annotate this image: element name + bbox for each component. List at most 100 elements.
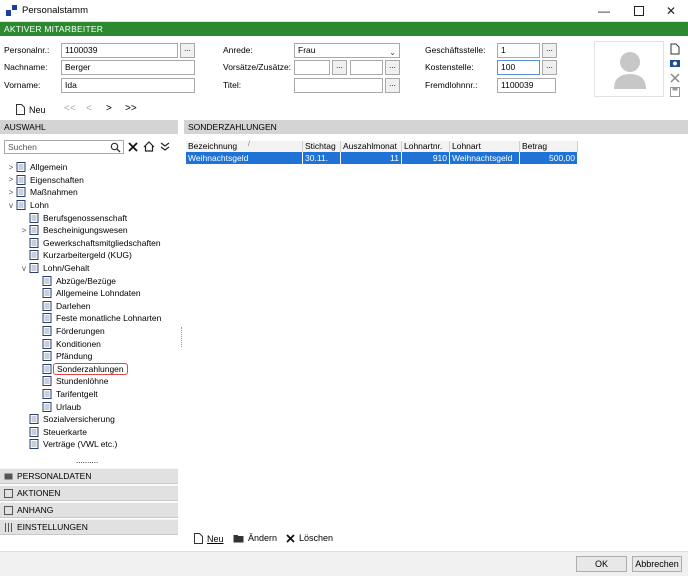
table-row-cell-stichtag[interactable]: 30.11. [303, 152, 341, 164]
tree-item[interactable]: Sonderzahlungen [6, 362, 178, 376]
tree-item[interactable]: Abzüge/Bezüge [6, 274, 178, 287]
attachment-icon [4, 505, 13, 515]
tree-item[interactable]: Kurzarbeitergeld (KUG) [6, 249, 178, 262]
anrede-select[interactable]: Frau ⌄ [294, 43, 400, 58]
sz-delete-label: Löschen [299, 533, 334, 543]
chevron-down-icon[interactable]: v [19, 264, 29, 273]
tree-item[interactable]: > Maßnahmen [6, 186, 178, 199]
kostenstelle-input[interactable]: 100 [497, 60, 540, 75]
vorsatz-input[interactable] [294, 60, 330, 75]
vorname-input[interactable]: Ida [61, 78, 195, 93]
personalnr-label: Personalnr.: [4, 45, 50, 55]
tree-item[interactable]: Verträge (VWL etc.) [6, 438, 178, 451]
search-input[interactable]: Suchen [4, 140, 124, 154]
chevron-right-icon[interactable]: > [6, 175, 16, 184]
tree-item-label: Gewerkschaftsmitgliedschaften [43, 237, 161, 248]
table-row-cell-betrag[interactable]: 500,00 [520, 152, 578, 164]
nachname-input[interactable]: Berger [61, 60, 195, 75]
maximize-button[interactable] [624, 0, 654, 22]
tree-item[interactable]: Steuerkarte [6, 425, 178, 438]
tree-item-label: Lohn/Gehalt [43, 263, 90, 274]
tree-item[interactable]: Berufsgenossenschaft [6, 211, 178, 224]
delete-icon[interactable] [669, 72, 681, 84]
chevron-down-icon[interactable]: v [6, 201, 16, 210]
minimize-button[interactable]: — [589, 0, 619, 22]
tree-item[interactable]: Sozialversicherung [6, 413, 178, 426]
chevron-right-icon[interactable]: > [6, 188, 16, 197]
new-document-icon[interactable] [669, 43, 681, 55]
column-header-bezeichnung[interactable]: Bezeichnung [186, 141, 303, 152]
zusatz-lookup-button[interactable]: ... [385, 60, 400, 75]
tree-item[interactable]: Förderungen [6, 325, 178, 338]
column-header-auszahlmonat[interactable]: Auszahlmonat [341, 141, 402, 152]
column-header-stichtag[interactable]: Stichtag [303, 141, 341, 152]
chevron-right-icon[interactable]: > [6, 163, 16, 172]
splitter-handle[interactable] [181, 327, 183, 347]
column-header-lohnart[interactable]: Lohnart [450, 141, 520, 152]
table-row-cell-lohnart[interactable]: Weihnachtsgeld [450, 152, 520, 164]
home-icon[interactable] [143, 141, 155, 152]
tree-item[interactable]: Urlaub [6, 400, 178, 413]
folder-open-icon [233, 535, 244, 543]
table-row-cell-auszahlmonat[interactable]: 11 [341, 152, 402, 164]
panel-anhang[interactable]: ANHANG [0, 502, 178, 518]
tree-item[interactable]: > Bescheinigungswesen [6, 224, 178, 237]
tree-item-label: Urlaub [56, 401, 82, 412]
tree-item[interactable]: Darlehen [6, 300, 178, 313]
prev-record-button[interactable]: < [86, 103, 92, 114]
collapse-all-icon[interactable] [160, 141, 170, 152]
tree-item[interactable]: Tarifentgelt [6, 388, 178, 401]
table-row-cell-lohnartnr[interactable]: 910 [402, 152, 450, 164]
kostenstelle-lookup-button[interactable]: ... [542, 60, 557, 75]
ok-button[interactable]: OK [576, 556, 627, 572]
last-record-button[interactable]: >> [125, 103, 137, 114]
close-button[interactable]: ✕ [656, 0, 686, 22]
sz-edit-button[interactable]: Ändern [233, 533, 277, 543]
tree-item[interactable]: > Eigenschaften [6, 174, 178, 187]
sz-delete-button[interactable]: Löschen [286, 533, 333, 543]
tree-item[interactable]: v Lohn/Gehalt [6, 262, 178, 275]
fremdlohn-label: Fremdlohnnr.: [425, 80, 478, 90]
panel-aktionen[interactable]: AKTIONEN [0, 485, 178, 501]
sort-icon: / [248, 141, 250, 148]
document-icon [42, 351, 52, 362]
table-row-cell-bezeichnung[interactable]: Weihnachtsgeld [186, 152, 303, 164]
first-record-button[interactable]: << [64, 103, 76, 114]
zusatz-input[interactable] [350, 60, 383, 75]
tree-item[interactable]: > Allgemein [6, 161, 178, 174]
sz-new-button[interactable]: Neu [194, 533, 224, 544]
save-icon[interactable] [669, 86, 681, 98]
new-button[interactable]: Neu [16, 104, 46, 115]
tree-item[interactable]: Feste monatliche Lohnarten [6, 312, 178, 325]
document-icon [29, 250, 39, 261]
tree-item-label: Stundenlöhne [56, 376, 109, 387]
tree-item[interactable]: v Lohn [6, 199, 178, 212]
vorsatz-lookup-button[interactable]: ... [332, 60, 347, 75]
titel-input[interactable] [294, 78, 383, 93]
tree-item[interactable]: Stundenlöhne [6, 375, 178, 388]
camera-icon[interactable] [669, 57, 681, 69]
personalnr-input[interactable]: 1100039 [61, 43, 178, 58]
tree-item[interactable]: Pfändung [6, 350, 178, 363]
titel-lookup-button[interactable]: ... [385, 78, 400, 93]
tree-item[interactable]: Gewerkschaftsmitgliedschaften [6, 237, 178, 250]
tree-item[interactable]: Allgemeine Lohndaten [6, 287, 178, 300]
geschaeftsstelle-lookup-button[interactable]: ... [542, 43, 557, 58]
clear-icon[interactable] [128, 142, 138, 152]
chevron-right-icon[interactable]: > [19, 226, 29, 235]
column-header-betrag[interactable]: Betrag [520, 141, 578, 152]
titel-label: Titel: [223, 80, 242, 90]
panel-personaldaten[interactable]: PERSONALDATEN [0, 468, 178, 484]
chevron-down-icon: ⌄ [389, 48, 396, 57]
cancel-button[interactable]: Abbrechen [632, 556, 682, 572]
tree-item[interactable]: Konditionen [6, 337, 178, 350]
personalnr-lookup-button[interactable]: ... [180, 43, 195, 58]
fremdlohn-input[interactable]: 1100039 [497, 78, 556, 93]
next-record-button[interactable]: > [106, 103, 112, 114]
tree-item-label: Förderungen [56, 326, 105, 337]
avatar[interactable] [594, 41, 664, 97]
column-header-lohnartnr[interactable]: Lohnartnr. [402, 141, 450, 152]
geschaeftsstelle-input[interactable]: 1 [497, 43, 540, 58]
tree-item-label: Eigenschaften [30, 174, 84, 185]
panel-einstellungen[interactable]: EINSTELLUNGEN [0, 519, 178, 535]
